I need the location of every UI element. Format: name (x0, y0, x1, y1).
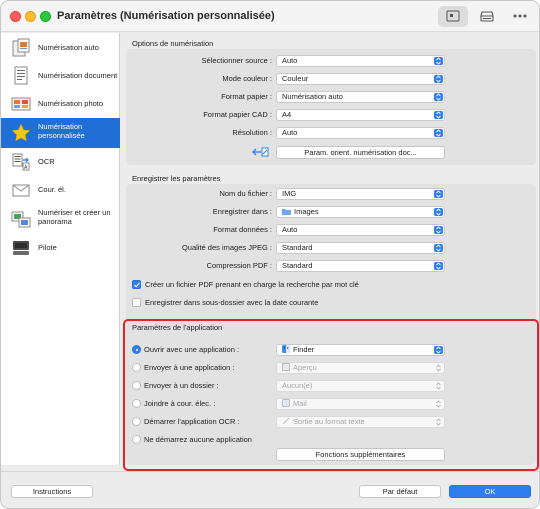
sidebar-item-label: Numérisation document (38, 71, 118, 80)
folder-icon (282, 209, 291, 215)
settings-window: Paramètres (Numérisation personnalisée) … (0, 0, 540, 509)
paper-size-label: Format papier : (221, 92, 272, 101)
chevron-updown-icon (434, 226, 443, 234)
chevron-updown-icon (434, 129, 443, 137)
searchable-pdf-label: Créer un fichier PDF prenant en charge l… (145, 280, 359, 289)
footer-bar: Instructions Par défaut OK (1, 471, 539, 508)
sidebar-item-custom-scan[interactable]: Numérisation personnalisée (1, 118, 120, 148)
pdf-compression-value: Standard (282, 261, 313, 270)
sidebar-item-label: OCR (38, 157, 55, 166)
sidebar: Numérisation auto Numérisation document … (1, 33, 120, 465)
more-icon (513, 14, 527, 18)
source-label: Sélectionner source : (201, 56, 272, 65)
defaults-button[interactable]: Par défaut (359, 485, 441, 498)
sidebar-item-photo-scan[interactable]: Numérisation photo (1, 90, 120, 118)
sidebar-item-mail[interactable]: Cour. él. (1, 176, 120, 204)
date-subfolder-checkbox[interactable] (132, 298, 141, 307)
sidebar-item-label: Cour. él. (38, 185, 66, 194)
chevron-updown-icon (434, 190, 443, 198)
minimize-window-button[interactable] (25, 11, 36, 22)
resolution-value: Auto (282, 128, 298, 137)
pdf-compression-label: Compression PDF : (206, 261, 272, 270)
auto-scan-icon (12, 38, 30, 57)
sidebar-item-label: Numérisation auto (38, 43, 99, 52)
ocr-icon: A (12, 153, 30, 171)
more-menu-button[interactable] (505, 6, 535, 27)
paper-size-select[interactable]: Numérisation auto (276, 91, 445, 103)
resolution-label: Résolution : (232, 128, 272, 137)
save-in-value: Images (294, 207, 319, 216)
date-subfolder-label: Enregistrer dans sous-dossier avec la da… (145, 298, 319, 307)
cad-paper-size-select[interactable]: A4 (276, 109, 445, 121)
chevron-updown-icon (434, 244, 443, 252)
scan-settings-tab[interactable] (438, 6, 468, 27)
close-window-button[interactable] (10, 11, 21, 22)
scanner-settings-tab[interactable] (472, 6, 502, 27)
save-settings-title: Enregistrer les paramètres (132, 174, 221, 183)
filename-select[interactable]: IMG (276, 188, 445, 200)
app-settings-highlight (123, 319, 539, 471)
photo-scan-icon (11, 97, 31, 111)
color-mode-value: Couleur (282, 74, 309, 83)
jpeg-quality-label: Qualité des images JPEG : (181, 243, 272, 252)
data-format-label: Format données : (213, 225, 272, 234)
title-bar: Paramètres (Numérisation personnalisée) (1, 1, 539, 32)
scan-options-title: Options de numérisation (132, 39, 214, 48)
chevron-updown-icon (434, 208, 443, 216)
chevron-updown-icon (434, 57, 443, 65)
document-scan-icon (14, 66, 28, 85)
window-title: Paramètres (Numérisation personnalisée) (57, 10, 275, 22)
panorama-icon (11, 211, 31, 228)
pdf-compression-select[interactable]: Standard (276, 260, 445, 272)
scan-options-group: Sélectionner source : Auto Mode couleur … (126, 49, 536, 165)
orientation-settings-button[interactable]: Param. orient. numérisation doc... (276, 146, 445, 159)
sidebar-item-ocr[interactable]: A OCR (1, 148, 120, 176)
orientation-icon (252, 147, 269, 157)
ok-button[interactable]: OK (449, 485, 531, 498)
cad-paper-size-label: Format papier CAD : (203, 110, 272, 119)
sidebar-item-label: Pilote (38, 243, 57, 252)
save-in-label: Enregistrer dans : (212, 207, 272, 216)
zoom-window-button[interactable] (40, 11, 51, 22)
chevron-updown-icon (434, 262, 443, 270)
sidebar-item-label: Numérisation personnalisée (38, 122, 85, 140)
cad-paper-size-value: A4 (282, 110, 292, 119)
scanner-icon (480, 11, 494, 22)
filename-value: IMG (282, 189, 297, 198)
color-mode-label: Mode couleur : (222, 74, 272, 83)
sidebar-item-driver[interactable]: Pilote (1, 234, 120, 262)
sidebar-item-document-scan[interactable]: Numérisation document (1, 62, 120, 90)
source-value: Auto (282, 56, 298, 65)
jpeg-quality-select[interactable]: Standard (276, 242, 445, 254)
save-in-select[interactable]: Images (276, 206, 445, 218)
chevron-updown-icon (434, 93, 443, 101)
instructions-button[interactable]: Instructions (11, 485, 93, 498)
data-format-value: Auto (282, 225, 298, 234)
sidebar-item-label: Numérisation photo (38, 99, 104, 108)
jpeg-quality-value: Standard (282, 243, 313, 252)
driver-icon (13, 241, 29, 255)
color-mode-select[interactable]: Couleur (276, 73, 445, 85)
mail-icon (12, 184, 30, 197)
sidebar-item-panorama[interactable]: Numériser et créer un panorama (1, 204, 120, 234)
searchable-pdf-checkbox[interactable] (132, 280, 141, 289)
checkmark-icon (134, 282, 140, 288)
chevron-updown-icon (434, 75, 443, 83)
star-icon (11, 123, 31, 142)
source-select[interactable]: Auto (276, 55, 445, 67)
filename-label: Nom du fichier : (219, 189, 272, 198)
data-format-select[interactable]: Auto (276, 224, 445, 236)
sidebar-item-auto-scan[interactable]: Numérisation auto (1, 34, 120, 62)
paper-size-value: Numérisation auto (282, 92, 343, 101)
sidebar-item-label: Numériser et créer un panorama (38, 208, 111, 226)
chevron-updown-icon (434, 111, 443, 119)
resolution-select[interactable]: Auto (276, 127, 445, 139)
scan-settings-icon (446, 10, 460, 22)
